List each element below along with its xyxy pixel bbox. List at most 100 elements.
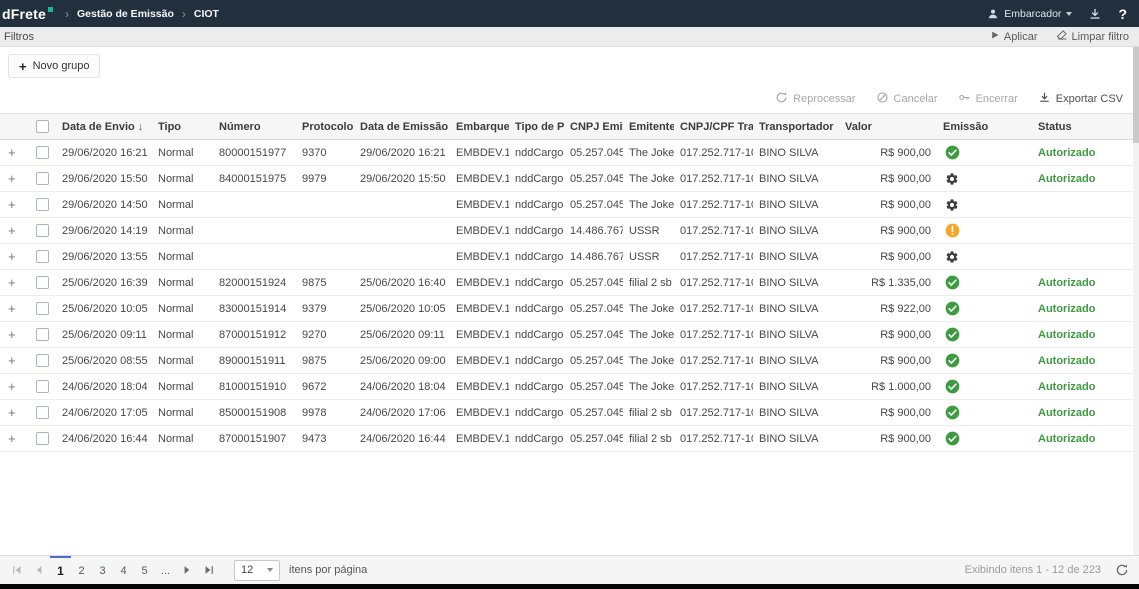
page-button-4[interactable]: 4: [113, 556, 134, 584]
column-header-tipo[interactable]: Tipo: [152, 114, 213, 140]
table-row[interactable]: +29/06/2020 16:21Normal80000151977937029…: [0, 140, 1133, 166]
cell-valor: R$ 900,00: [839, 218, 937, 244]
expand-row-button[interactable]: +: [8, 275, 16, 290]
cell-emissao: [937, 348, 1032, 374]
page-size-select[interactable]: 12: [234, 560, 280, 581]
select-all-checkbox[interactable]: [36, 120, 49, 133]
column-header-status[interactable]: Status: [1032, 114, 1133, 140]
row-checkbox[interactable]: [36, 380, 49, 393]
table-row[interactable]: +29/06/2020 13:55NormalEMBDEV.104835nddC…: [0, 244, 1133, 270]
table-row[interactable]: +25/06/2020 16:39Normal82000151924987525…: [0, 270, 1133, 296]
expand-row-button[interactable]: +: [8, 249, 16, 264]
column-header-valor[interactable]: Valor: [839, 114, 937, 140]
column-header-data-de-emiss-o[interactable]: Data de Emissão: [354, 114, 450, 140]
cell-valor: R$ 1.000,00: [839, 374, 937, 400]
row-checkbox[interactable]: [36, 406, 49, 419]
column-header-n-mero[interactable]: Número: [213, 114, 296, 140]
row-checkbox[interactable]: [36, 432, 49, 445]
cancel-button[interactable]: Cancelar: [876, 91, 938, 107]
export-csv-button[interactable]: Exportar CSV: [1038, 91, 1123, 107]
expand-row-button[interactable]: +: [8, 405, 16, 420]
first-page-button[interactable]: [6, 556, 28, 584]
table-row[interactable]: +24/06/2020 16:44Normal87000151907947324…: [0, 426, 1133, 452]
cell-transportador: BINO SILVA: [753, 192, 839, 218]
breadcrumb-ciot[interactable]: CIOT: [194, 8, 219, 20]
scrollbar-thumb[interactable]: [1133, 47, 1139, 143]
cell-valor: R$ 900,00: [839, 348, 937, 374]
logo-accent-square: [48, 7, 53, 12]
expand-row-button[interactable]: +: [8, 145, 16, 160]
cell-status: Autorizado: [1032, 374, 1133, 400]
expand-row-button[interactable]: +: [8, 327, 16, 342]
user-menu[interactable]: Embarcador: [987, 8, 1072, 20]
table-row[interactable]: +24/06/2020 18:04Normal81000151910967224…: [0, 374, 1133, 400]
new-group-button[interactable]: + Novo grupo: [8, 54, 100, 78]
table-row[interactable]: +24/06/2020 17:05Normal85000151908997824…: [0, 400, 1133, 426]
row-checkbox[interactable]: [36, 224, 49, 237]
column-header-embarque[interactable]: Embarque: [450, 114, 509, 140]
refresh-button[interactable]: [1115, 563, 1129, 577]
column-header-cnpj-emite[interactable]: CNPJ Emite...: [564, 114, 623, 140]
cell-valor: R$ 900,00: [839, 244, 937, 270]
column-header-protocolo[interactable]: Protocolo: [296, 114, 354, 140]
cell-embarque: EMBDEV.104801: [450, 296, 509, 322]
reprocess-button[interactable]: Reprocessar: [775, 91, 855, 107]
close-ciot-button[interactable]: Encerrar: [958, 91, 1018, 107]
app-root: dFrete › Gestão de Emissão › CIOT Embarc…: [0, 0, 1139, 589]
expand-row-button[interactable]: +: [8, 431, 16, 446]
more-pages-button[interactable]: ...: [155, 556, 176, 584]
clear-filter-button[interactable]: Limpar filtro: [1056, 29, 1129, 44]
vertical-scrollbar[interactable]: [1133, 47, 1139, 555]
last-page-button[interactable]: [198, 556, 220, 584]
table-row[interactable]: +25/06/2020 08:55Normal89000151911987525…: [0, 348, 1133, 374]
column-header-tipo-de-paga[interactable]: Tipo de Paga...: [509, 114, 564, 140]
expand-row-button[interactable]: +: [8, 223, 16, 238]
row-checkbox[interactable]: [36, 276, 49, 289]
cell-status: [1032, 192, 1133, 218]
table-row[interactable]: +29/06/2020 14:50NormalEMBDEV.104857nddC…: [0, 192, 1133, 218]
column-header-emiss-o[interactable]: Emissão: [937, 114, 1032, 140]
status-badge: Autorizado: [1038, 407, 1095, 419]
expand-row-button[interactable]: +: [8, 353, 16, 368]
expand-row-button[interactable]: +: [8, 171, 16, 186]
expand-row-button[interactable]: +: [8, 197, 16, 212]
cell-data-envio: 25/06/2020 09:11: [56, 322, 152, 348]
row-checkbox[interactable]: [36, 172, 49, 185]
row-checkbox[interactable]: [36, 328, 49, 341]
help-button[interactable]: ?: [1118, 6, 1127, 22]
pagination-bar: 12345... 12 itens por página Exibindo it…: [0, 555, 1139, 584]
row-checkbox[interactable]: [36, 302, 49, 315]
breadcrumb-gestao-emissao[interactable]: Gestão de Emissão: [77, 8, 174, 20]
table-row[interactable]: +25/06/2020 09:11Normal87000151912927025…: [0, 322, 1133, 348]
cell-tipo: Normal: [152, 218, 213, 244]
page-button-2[interactable]: 2: [71, 556, 92, 584]
download-button[interactable]: [1088, 7, 1102, 21]
column-header-data-de-envio[interactable]: Data de Envio↓: [56, 114, 152, 140]
table-row[interactable]: +25/06/2020 10:05Normal83000151914937925…: [0, 296, 1133, 322]
cell-numero: [213, 218, 296, 244]
page-button-3[interactable]: 3: [92, 556, 113, 584]
cell-cnpj-emitente: 05.257.045/0...: [564, 296, 623, 322]
next-page-button[interactable]: [176, 556, 198, 584]
column-header-emitente[interactable]: Emitente: [623, 114, 674, 140]
cell-cnpj-emitente: 05.257.045/0...: [564, 140, 623, 166]
table-row[interactable]: +29/06/2020 15:50Normal84000151975997929…: [0, 166, 1133, 192]
cell-numero: 84000151975: [213, 166, 296, 192]
row-checkbox[interactable]: [36, 198, 49, 211]
column-header-cnpj-cpf-transp[interactable]: CNPJ/CPF Transp...: [674, 114, 753, 140]
apply-filter-button[interactable]: Aplicar: [990, 30, 1038, 43]
chevron-down-icon: [1066, 12, 1072, 16]
app-logo[interactable]: dFrete: [2, 5, 53, 23]
table-row[interactable]: +29/06/2020 14:19NormalEMBDEV.104855nddC…: [0, 218, 1133, 244]
page-button-5[interactable]: 5: [134, 556, 155, 584]
row-checkbox[interactable]: [36, 250, 49, 263]
row-checkbox[interactable]: [36, 354, 49, 367]
status-badge: Autorizado: [1038, 173, 1095, 185]
prev-page-button[interactable]: [28, 556, 50, 584]
expand-row-button[interactable]: +: [8, 379, 16, 394]
row-checkbox[interactable]: [36, 146, 49, 159]
page-button-1[interactable]: 1: [50, 556, 71, 584]
expand-row-button[interactable]: +: [8, 301, 16, 316]
cell-transportador: BINO SILVA: [753, 322, 839, 348]
column-header-transportador[interactable]: Transportador: [753, 114, 839, 140]
